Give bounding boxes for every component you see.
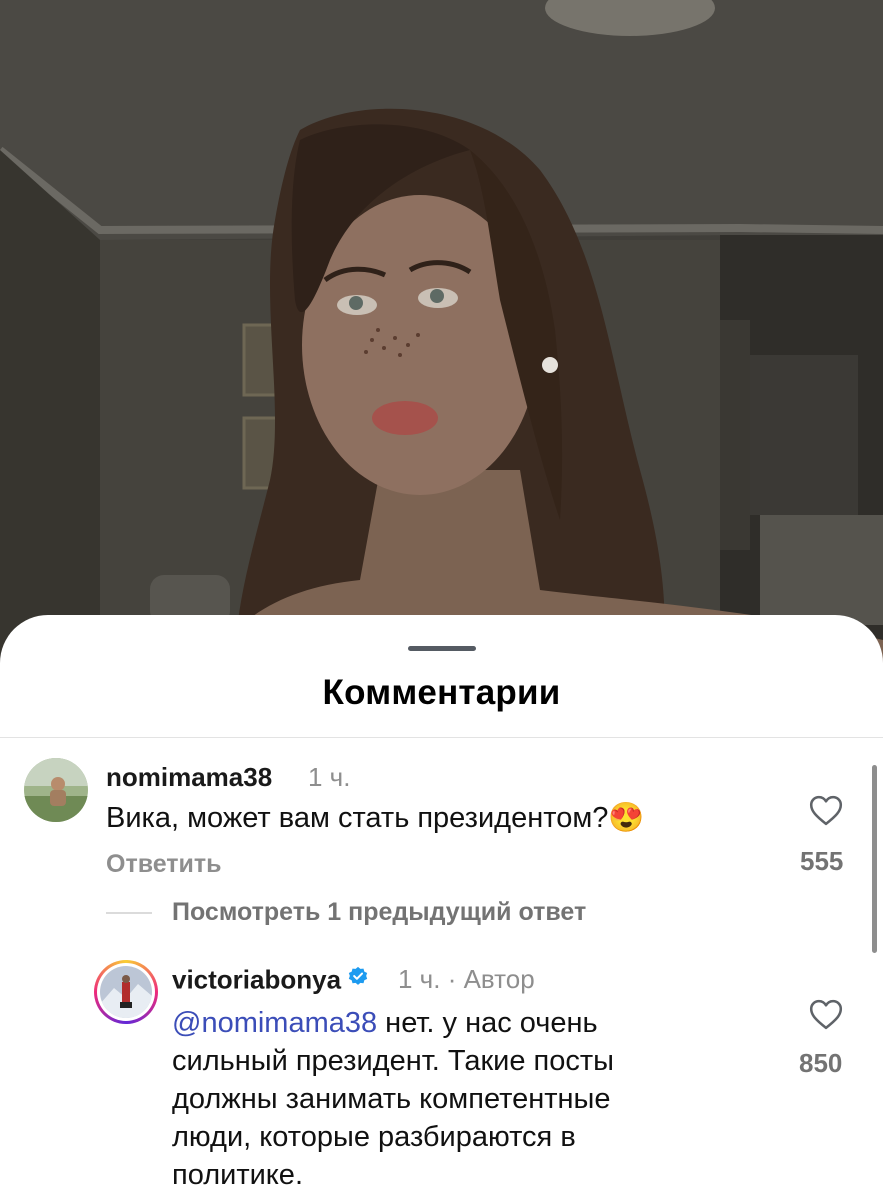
like-button[interactable] (796, 795, 856, 831)
reply-button[interactable]: Ответить (106, 850, 222, 879)
reply-text-line-1: @nomimama38 нет. у нас очень (172, 1004, 762, 1042)
sheet-title: Комментарии (322, 673, 561, 712)
reply-username-text: victoriabonya (172, 964, 342, 995)
avatar[interactable] (24, 758, 88, 822)
reply-meta: 1 ч. · Автор (398, 964, 535, 995)
sheet-divider (0, 737, 883, 738)
author-badge: Автор (463, 964, 535, 994)
view-replies-button[interactable]: Посмотреть 1 предыдущий ответ (172, 898, 586, 927)
mention-link[interactable]: @nomimama38 (172, 1007, 377, 1039)
comment-text: Вика, может вам стать президентом?😍 (106, 799, 645, 837)
photo-scene (0, 0, 883, 700)
comments-sheet: Комментарии nomimama38 1 ч. Вика, может … (0, 615, 883, 1200)
reply-text-line-3: должны занимать компетентные (172, 1083, 611, 1115)
comment-username[interactable]: nomimama38 (106, 762, 272, 793)
post-photo-background (0, 0, 883, 700)
reply-text-line-4: люди, которые разбираются в (172, 1121, 576, 1153)
view-replies-line (106, 912, 152, 914)
heart-icon (809, 795, 843, 826)
reply-time: 1 ч. (398, 964, 441, 994)
reply-username[interactable]: victoriabonya (172, 964, 373, 999)
reply-text-1: нет. у нас очень (377, 1007, 598, 1039)
heart-icon (809, 999, 843, 1030)
reply-like-button[interactable] (796, 999, 856, 1035)
comment-body: Вика, может вам стать президентом? (106, 802, 609, 834)
heart-eyes-emoji: 😍 (608, 802, 645, 834)
verified-badge-icon (347, 964, 369, 995)
like-count: 555 (800, 846, 844, 876)
reply-like-count: 850 (799, 1048, 843, 1078)
reply-text: @nomimama38 нет. у нас очень сильный пре… (172, 1004, 762, 1194)
scrollbar[interactable] (872, 765, 877, 953)
comment-time: 1 ч. (308, 762, 351, 792)
reply-text-line-2: сильный президент. Такие посты (172, 1045, 614, 1077)
meta-separator: · (447, 964, 457, 994)
story-ring-avatar[interactable] (94, 960, 158, 1024)
reply-text-line-5: политике. (172, 1159, 303, 1191)
sheet-grabber[interactable] (408, 646, 476, 651)
